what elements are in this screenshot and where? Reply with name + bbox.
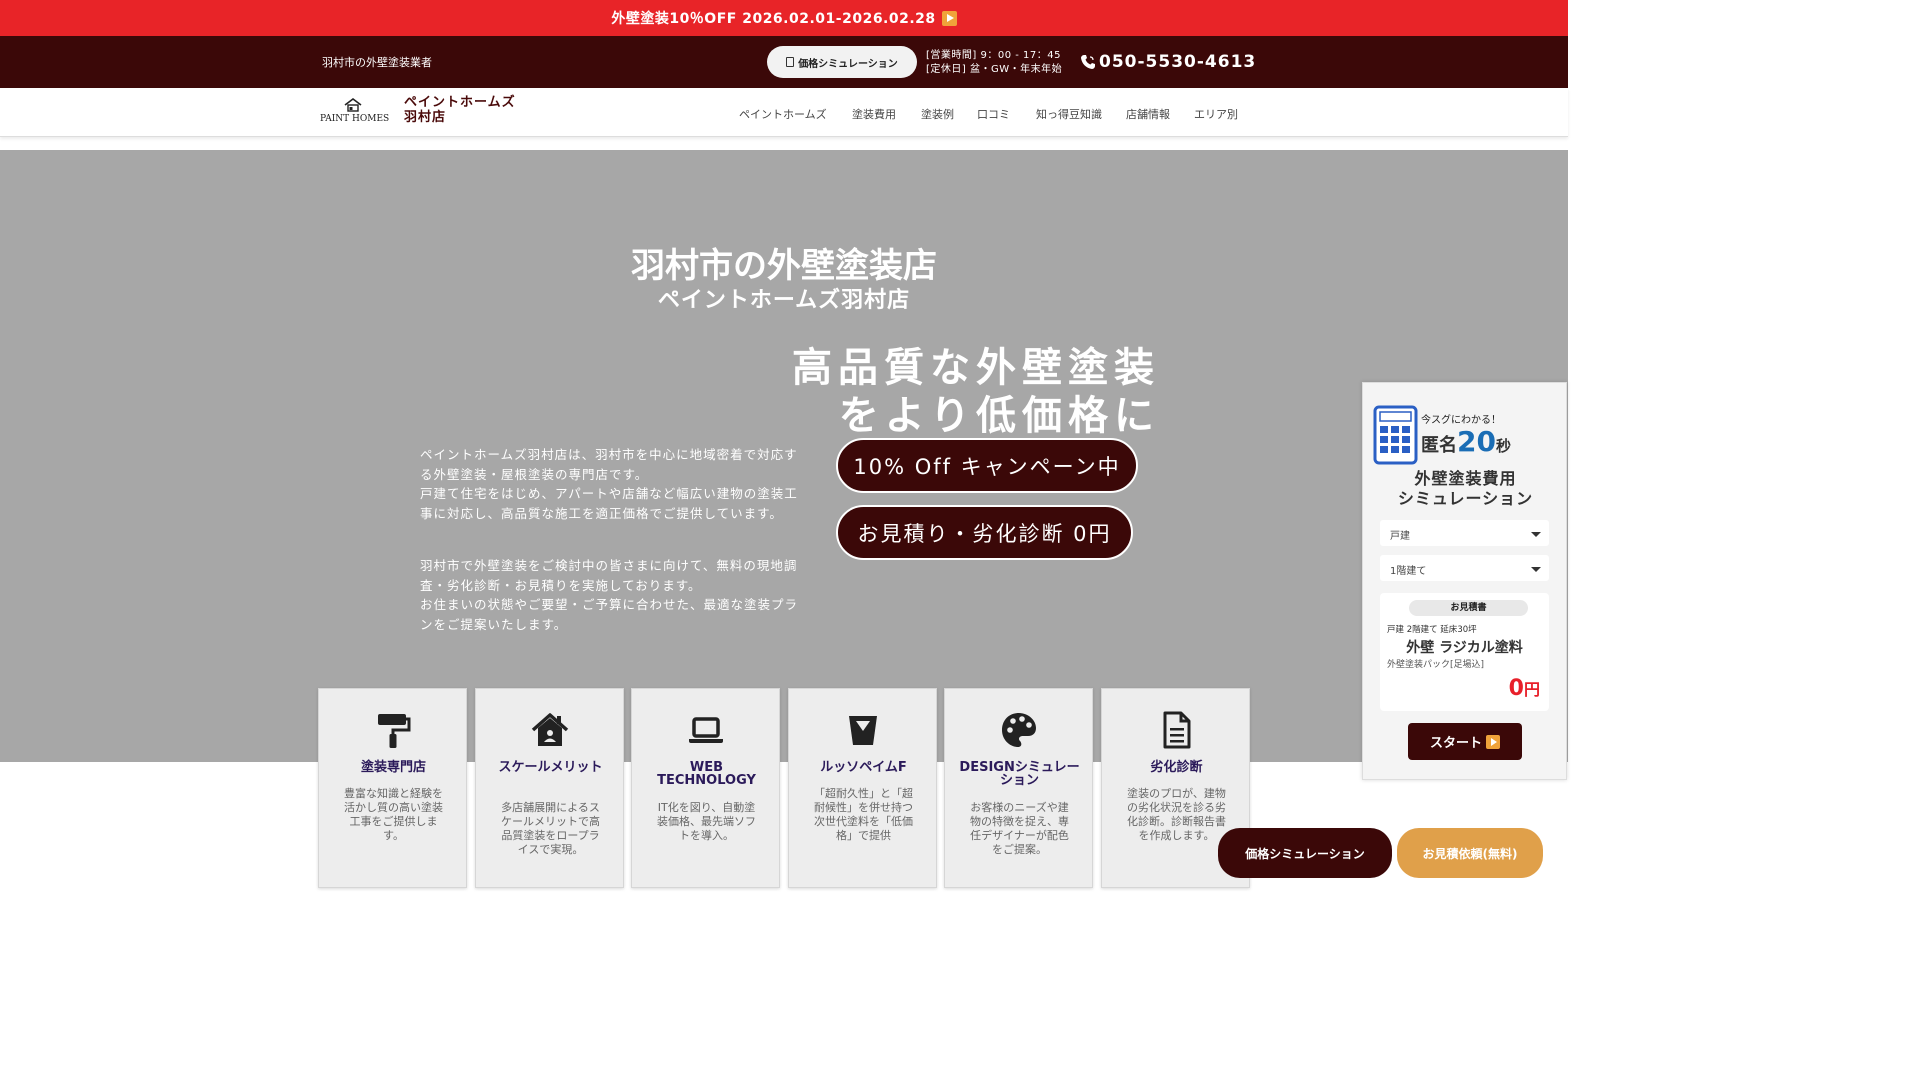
calculator-icon xyxy=(786,57,795,67)
card-description: 「超耐久性」と「超耐候性」を併せ持つ次世代塗料を「低価格」で提供 xyxy=(814,787,913,842)
catch-line: 高品質な外壁塗装 xyxy=(792,345,1160,391)
menu-item-reviews[interactable]: 口コミ xyxy=(977,106,1010,122)
hero-subtitle: ペイントホームズ羽村店 xyxy=(657,288,911,313)
price-unit: 円 xyxy=(1523,680,1540,699)
menu-item-painthomes[interactable]: ペイントホームズ xyxy=(739,106,827,122)
floating-simulation-button[interactable]: 価格シミュレーション xyxy=(1218,828,1392,878)
feature-card[interactable]: スケールメリット 多店舗展開によるスケールメリットで高品質塗装をロープライスで実… xyxy=(475,688,624,888)
logo-text: PAINT HOMES xyxy=(320,114,390,124)
estimate-price: 0円 xyxy=(1509,676,1540,701)
chevron-down-icon xyxy=(1531,567,1541,572)
estimate-card: お見積書 戸建 2階建て 延床30坪 外壁 ラジカル塗料 外壁塗装パック[足場込… xyxy=(1380,593,1549,711)
chevron-down-icon xyxy=(1531,532,1541,537)
price-value: 0 xyxy=(1508,676,1524,701)
holiday-line: [定休日] 盆・GW・年末年始 xyxy=(926,64,1063,75)
campaign-bar[interactable]: 外壁塗装10％OFF 2026.02.01-2026.02.28 xyxy=(0,0,1568,36)
brand-store: 羽村店 xyxy=(404,110,447,125)
tagline: 羽村市の外壁塗装業者 xyxy=(322,56,432,69)
logo[interactable]: PAINT HOMES xyxy=(320,96,390,128)
widget-title-line: シミュレーション xyxy=(1397,489,1534,508)
card-description: 塗装のプロが、建物の劣化状況を診る劣化診断。診断報告書を作成します。 xyxy=(1127,787,1226,842)
hero-description: ペイントホームズ羽村店は、羽村市を中心に地域密着で対応する外壁塗装・屋根塗装の専… xyxy=(420,447,798,521)
card-title: スケールメリット xyxy=(498,760,603,775)
document-icon xyxy=(1163,711,1191,749)
floors-value: 1階建て xyxy=(1390,566,1427,577)
feature-card[interactable]: WEB TECHNOLOGY IT化を図り、自動塗装価格、最先端ソフトを導入。 xyxy=(631,688,780,888)
menu-item-store-info[interactable]: 店舗情報 xyxy=(1126,106,1170,122)
feature-card[interactable]: 塗装専門店 豊富な知識と経験を活かし質の高い塗装工事をご提供します。 xyxy=(318,688,467,888)
card-title: DESIGNシミュレーション xyxy=(959,760,1080,788)
calculator-icon xyxy=(1373,405,1418,465)
phone-number: 050-5530-4613 xyxy=(1099,52,1257,72)
menu-item-examples[interactable]: 塗装例 xyxy=(921,106,954,122)
campaign-text[interactable]: 外壁塗装10％OFF 2026.02.01-2026.02.28 xyxy=(611,8,935,28)
card-description: 多店舗展開によるスケールメリットで高品質塗装をロープライスで実現。 xyxy=(501,801,600,856)
hero-title: 羽村市の外壁塗装店 xyxy=(631,246,937,286)
laptop-icon xyxy=(689,717,723,743)
brand-name[interactable]: ペイントホームズ 羽村店 xyxy=(404,95,516,125)
card-description: IT化を図り、自動塗装価格、最先端ソフトを導入。 xyxy=(657,801,756,842)
paint-bucket-icon xyxy=(849,716,877,745)
widget-title-line: 外壁塗装費用 xyxy=(1414,469,1517,488)
hours-line: [営業時間] 9：00 - 17：45 xyxy=(926,50,1061,61)
widget-anon-text: 匿名20秒 xyxy=(1421,425,1511,458)
business-hours: [営業時間] 9：00 - 17：45 [定休日] 盆・GW・年末年始 xyxy=(926,49,1062,77)
menu-item-cost[interactable]: 塗装費用 xyxy=(852,106,896,122)
card-title: 塗装専門店 xyxy=(360,760,426,775)
price-simulation-button[interactable]: 価格シミュレーション xyxy=(767,46,917,78)
feature-card[interactable]: DESIGNシミュレーション お客様のニーズや建物の特徴を捉え、専任デザイナーが… xyxy=(944,688,1093,888)
hero-description-2: 羽村市で外壁塗装をご検討中の皆さまに向けて、無料の現地調査・劣化診断・お見積りを… xyxy=(420,558,799,632)
brand-line: ペイントホームズ xyxy=(404,95,516,110)
play-icon xyxy=(1486,734,1500,749)
card-title: ルッソペイムF xyxy=(820,760,907,775)
seconds-unit: 秒 xyxy=(1495,437,1511,455)
menu-item-area[interactable]: エリア別 xyxy=(1194,106,1238,122)
card-title: WEB TECHNOLOGY xyxy=(657,760,756,788)
start-button[interactable]: スタート xyxy=(1408,723,1522,760)
estimate-conditions: 戸建 2階建て 延床30坪 xyxy=(1387,625,1477,635)
widget-now-text: 今スグにわかる！ xyxy=(1421,415,1501,426)
catch-copy: 高品質な外壁塗装 をより低価格に xyxy=(792,344,1160,440)
floors-select[interactable]: 1階建て xyxy=(1380,555,1549,581)
campaign-badge[interactable]: 10% Off キャンペーン中 xyxy=(836,438,1138,493)
price-simulation-label: 価格シミュレーション xyxy=(798,58,898,70)
paint-roller-icon xyxy=(378,714,411,748)
anon-label: 匿名 xyxy=(1421,435,1457,456)
building-type-value: 戸建 xyxy=(1390,531,1410,542)
estimate-paint: 外壁 ラジカル塗料 xyxy=(1406,640,1523,656)
building-type-select[interactable]: 戸建 xyxy=(1380,520,1549,546)
house-icon xyxy=(531,713,569,746)
start-label: スタート xyxy=(1429,736,1482,751)
catch-line: をより低価格に xyxy=(838,393,1160,439)
palette-icon xyxy=(1002,713,1036,747)
menu-item-tips[interactable]: 知っ得豆知識 xyxy=(1036,106,1102,122)
play-icon[interactable] xyxy=(941,10,957,26)
house-logo-icon xyxy=(344,98,362,112)
card-description: お客様のニーズや建物の特徴を捉え、専任デザイナーが配色をご提案。 xyxy=(970,801,1069,856)
phone-link[interactable]: 050-5530-4613 xyxy=(1080,52,1256,72)
seconds-number: 20 xyxy=(1457,425,1496,458)
card-description: 豊富な知識と経験を活かし質の高い塗装工事をご提供します。 xyxy=(344,787,443,842)
widget-title: 外壁塗装費用 シミュレーション xyxy=(1363,469,1568,509)
free-estimate-badge[interactable]: お見積り・劣化診断 0円 xyxy=(836,505,1133,560)
estimate-badge: お見積書 xyxy=(1409,600,1528,616)
simulation-widget: 今スグにわかる！ 匿名20秒 外壁塗装費用 シミュレーション 戸建 1階建て お… xyxy=(1362,382,1567,780)
feature-card[interactable]: ルッソペイムF 「超耐久性」と「超耐候性」を併せ持つ次世代塗料を「低価格」で提供 xyxy=(788,688,937,888)
estimate-pack: 外壁塗装パック[足場込] xyxy=(1387,660,1485,670)
card-title: 劣化診断 xyxy=(1150,760,1203,775)
phone-icon xyxy=(1081,55,1095,69)
floating-quote-button[interactable]: お見積依頼(無料) xyxy=(1397,828,1543,878)
